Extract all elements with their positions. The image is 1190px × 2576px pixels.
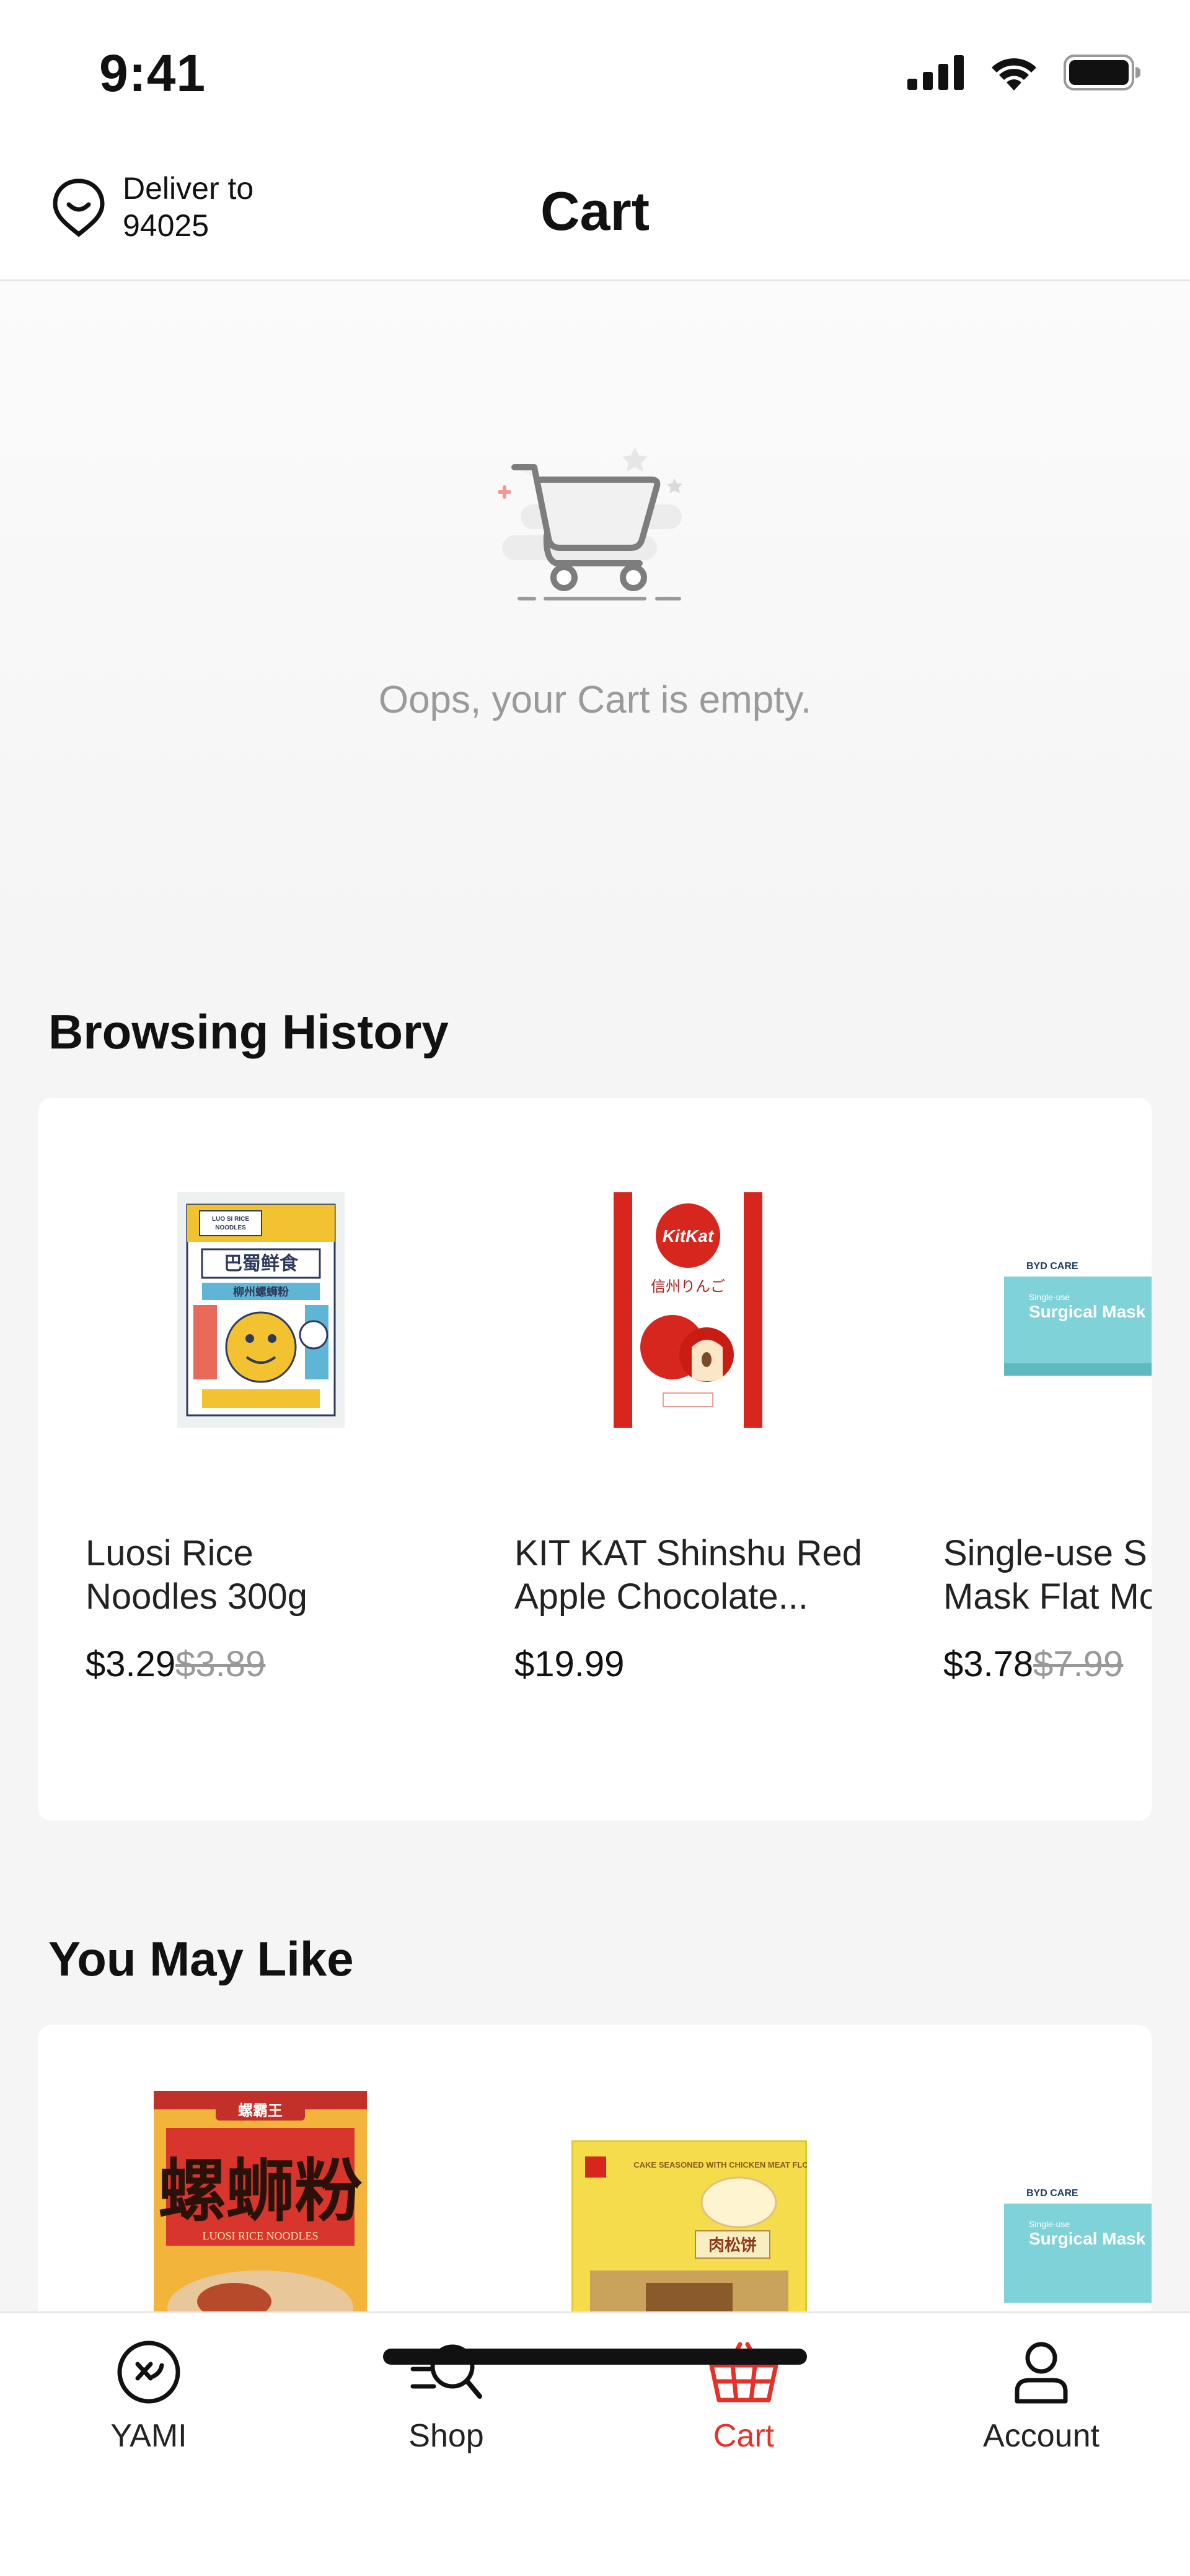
pastry-cn: 肉松饼 xyxy=(708,2236,757,2255)
empty-cart-state: Oops, your Cart is empty. xyxy=(0,281,1190,932)
product-image-luosi: LUO SI RICE NOODLES 巴蜀鲜食 柳州螺蛳粉 xyxy=(177,1192,345,1428)
tab-label: YAMI xyxy=(110,2418,187,2454)
mask-line1: Single-use xyxy=(1029,2219,1070,2229)
price-current: $3.78 xyxy=(943,1644,1034,1684)
product-image-mask: BYD CARE Single-use Surgical Mask xyxy=(999,2168,1152,2310)
user-icon xyxy=(1015,2342,1068,2404)
status-time: 9:41 xyxy=(99,44,206,102)
signal-icon xyxy=(907,55,964,90)
empty-cart-icon xyxy=(498,447,682,600)
tab-label: Account xyxy=(983,2418,1100,2454)
luosi-cn-sub: 柳州螺蛳粉 xyxy=(233,1285,289,1299)
product-price: $3.29$3.89 xyxy=(86,1643,265,1685)
svg-text:NOODLES: NOODLES xyxy=(215,1224,246,1231)
kitkat-jp-text: 信州りんご xyxy=(651,1278,725,1295)
yami-logo-icon xyxy=(117,2341,180,2404)
tab-label: Shop xyxy=(408,2418,484,2454)
battery-icon xyxy=(1064,55,1140,90)
tab-label: Cart xyxy=(713,2418,775,2454)
status-icons xyxy=(907,55,1140,90)
svg-text:LUO SI RICE: LUO SI RICE xyxy=(212,1216,249,1223)
browsing-history-carousel[interactable]: LUO SI RICE NOODLES 巴蜀鲜食 柳州螺蛳粉 Luosi Ric… xyxy=(38,1098,1152,1821)
product-card[interactable]: BYD CARE Single-use Surgical Mask Single… xyxy=(943,1098,1152,1821)
price-current: $19.99 xyxy=(514,1644,625,1684)
product-name: Luosi Rice Noodles 300g xyxy=(86,1533,307,1617)
kitkat-logo-text: KitKat xyxy=(663,1226,715,1246)
luobawang-top: 螺霸王 xyxy=(238,2102,283,2119)
product-image-luobawang: 螺霸王 螺蛳粉 LUOSI RICE NOODLES xyxy=(154,2091,367,2339)
wifi-icon xyxy=(992,58,1036,90)
page-title: Cart xyxy=(540,180,650,242)
mask-brand: BYD CARE xyxy=(1026,2188,1078,2199)
luosi-cn-title: 巴蜀鲜食 xyxy=(224,1253,299,1275)
luobawang-en: LUOSI RICE NOODLES xyxy=(203,2230,319,2242)
pastry-en: CAKE SEASONED WITH CHICKEN MEAT FLOSS xyxy=(633,2160,807,2169)
tab-account[interactable]: Account xyxy=(892,2338,1190,2455)
product-card[interactable]: LUO SI RICE NOODLES 巴蜀鲜食 柳州螺蛳粉 Luosi Ric… xyxy=(86,1098,470,1821)
luobawang-cn: 螺蛳粉 xyxy=(158,2151,363,2231)
price-original: $3.89 xyxy=(175,1644,266,1684)
price-current: $3.29 xyxy=(86,1644,176,1684)
you-may-like-title: You May Like xyxy=(48,1932,354,1986)
mask-line2: Surgical Mask xyxy=(1029,2229,1146,2248)
mask-brand: BYD CARE xyxy=(1026,1261,1078,1272)
product-card[interactable]: KitKat 信州りんご KIT KAT Shinshu Red Apple C… xyxy=(514,1098,899,1821)
product-name: Single-use S Mask Flat Mo xyxy=(943,1533,1152,1617)
status-bar: 9:41 xyxy=(0,0,1190,143)
product-name: KIT KAT Shinshu Red Apple Chocolate... xyxy=(514,1533,862,1617)
product-price: $19.99 xyxy=(514,1643,624,1685)
home-indicator[interactable] xyxy=(383,2349,807,2365)
product-image-pastry: CAKE SEASONED WITH CHICKEN MEAT FLOSS 肉松… xyxy=(571,2140,807,2339)
empty-cart-message: Oops, your Cart is empty. xyxy=(378,679,812,721)
mask-line1: Single-use xyxy=(1029,1292,1070,1302)
product-image-mask: BYD CARE Single-use Surgical Mask xyxy=(999,1241,1152,1383)
tab-yami[interactable]: YAMI xyxy=(0,2338,298,2455)
browsing-history-title: Browsing History xyxy=(48,1004,449,1059)
product-price: $3.78$7.99 xyxy=(943,1643,1123,1685)
product-image-kitkat: KitKat 信州りんご xyxy=(614,1192,762,1428)
price-original: $7.99 xyxy=(1033,1644,1124,1684)
mask-line2: Surgical Mask xyxy=(1029,1302,1146,1321)
cart-header: Deliver to 94025 Cart xyxy=(0,143,1190,281)
